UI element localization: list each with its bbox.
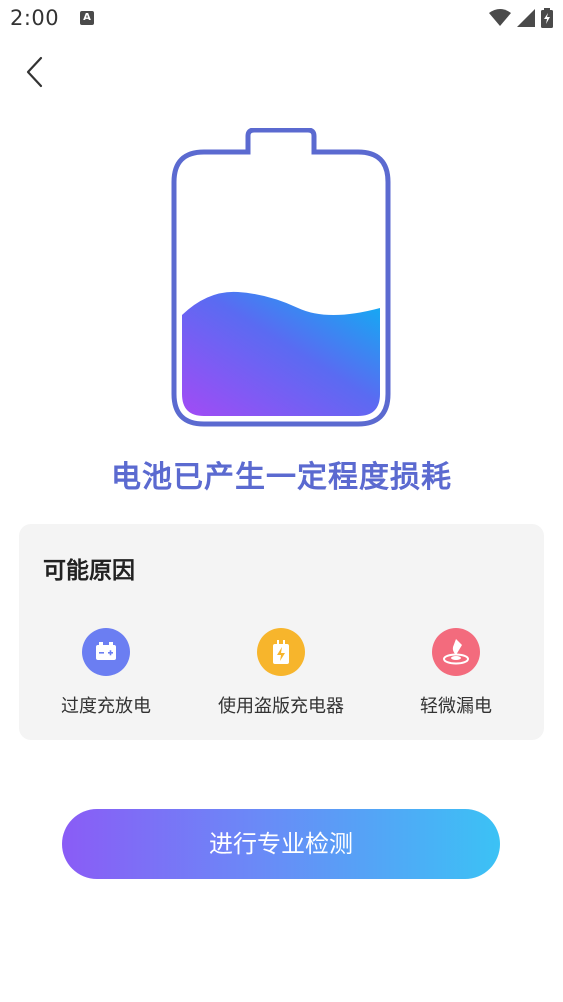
leak-icon [432,628,480,676]
reason-label: 轻微漏电 [420,696,492,717]
signal-icon [517,9,535,27]
status-bar: 2:00 A [0,0,563,38]
reason-leakage: 轻微漏电 [371,628,541,728]
reason-pirated-charger: 使用盗版充电器 [196,628,366,728]
status-time: 2:00 [10,6,60,30]
reasons-title: 可能原因 [43,558,135,584]
notification-a-icon: A [80,11,94,25]
chevron-left-icon [26,56,43,88]
reason-label: 使用盗版充电器 [218,696,344,717]
battery-status-headline: 电池已产生一定程度损耗 [111,460,452,495]
back-button[interactable] [20,54,52,90]
professional-detection-button[interactable]: 进行专业检测 [62,809,500,879]
reason-label: 过度充放电 [61,696,151,717]
battery-icon [82,628,130,676]
reason-overcharge: 过度充放电 [21,628,191,728]
reasons-card: 可能原因 过度充放电 使用盗版充电器 轻微漏电 [19,524,544,740]
charger-icon [257,628,305,676]
status-icons [489,8,553,28]
battery-illustration [168,127,394,430]
wifi-icon [489,9,511,26]
battery-charging-icon [541,8,553,28]
